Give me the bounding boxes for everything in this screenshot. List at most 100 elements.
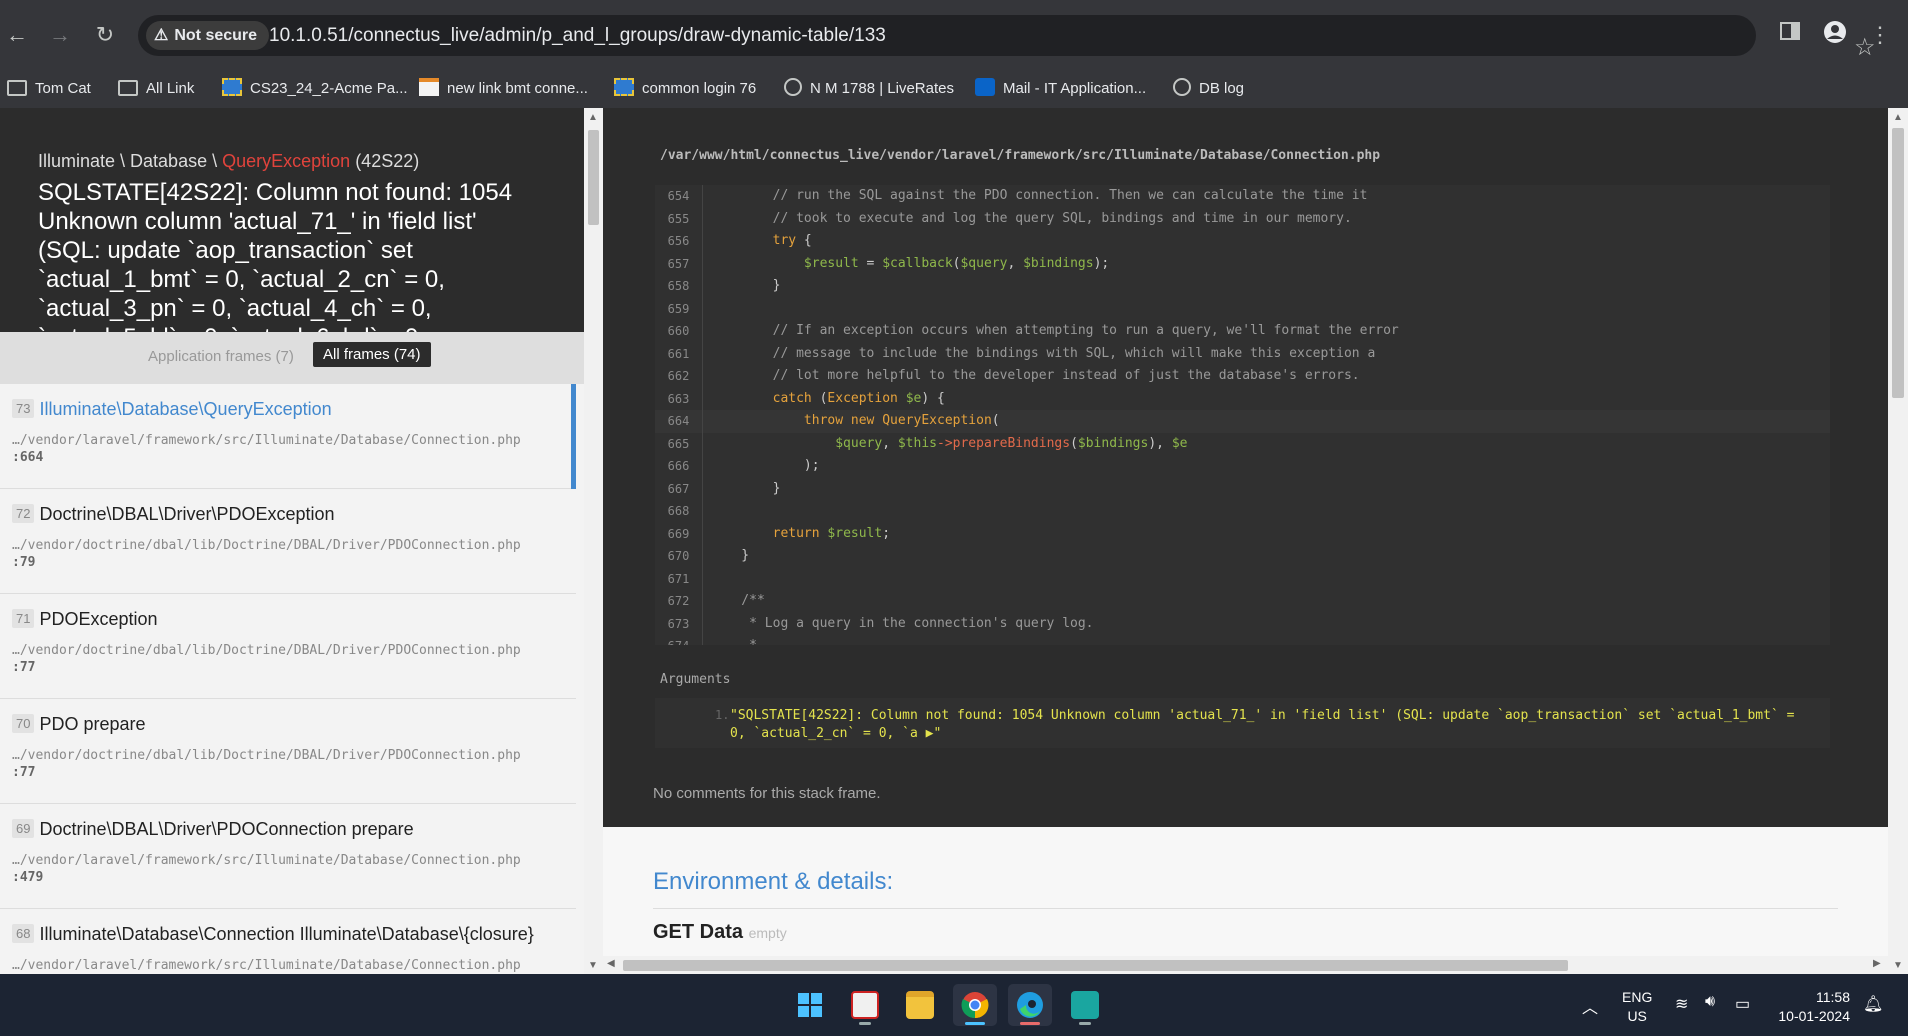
environment-title: Environment & details: <box>653 868 894 895</box>
frame-class: Doctrine\DBAL\Driver\PDOConnection prepa… <box>39 819 414 839</box>
line-number: 664 <box>655 410 703 433</box>
frame-filter-tabs: Application frames (7) All frames (74) <box>0 332 584 384</box>
frame-item[interactable]: 70 PDO prepare …/vendor/doctrine/dbal/lib… <box>0 699 576 804</box>
line-text: } <box>710 278 781 293</box>
code-line: 657 $result = $callback($query, $binding… <box>655 252 1830 275</box>
taskbar-edge[interactable] <box>1008 984 1052 1026</box>
bookmark-all-link[interactable]: All Link <box>118 70 194 108</box>
code-line: 669 return $result; <box>655 522 1830 545</box>
scroll-down-icon[interactable]: ▼ <box>588 960 598 971</box>
horizontal-scrollbar[interactable]: ◀ ▶ <box>603 956 1888 974</box>
tab-application-frames[interactable]: Application frames (7) <box>148 348 294 365</box>
back-icon[interactable]: ← <box>2 20 32 50</box>
bookmark-new-link[interactable]: new link bmt conne... <box>419 70 588 108</box>
frame-line: :664 <box>12 450 44 465</box>
frame-class: Doctrine\DBAL\Driver\PDOException <box>39 504 335 524</box>
line-text: catch (Exception $e) { <box>772 390 945 406</box>
bookmark-liverates[interactable]: N M 1788 | LiveRates <box>784 70 954 108</box>
frames-scrollbar[interactable]: ▲ ▼ <box>584 108 603 974</box>
frame-class: Illuminate\Database\Connection Illuminat… <box>39 924 534 944</box>
bookmark-common-login[interactable]: common login 76 <box>614 70 756 108</box>
tab-all-frames[interactable]: All frames (74) <box>313 342 431 367</box>
code-line: 662 // lot more helpful to the developer… <box>655 365 1830 388</box>
running-indicator <box>1020 1022 1040 1025</box>
start-button[interactable] <box>788 984 832 1026</box>
scroll-left-icon[interactable]: ◀ <box>607 958 615 969</box>
file-path[interactable]: /var/www/html/connectus_live/vendor/lara… <box>660 148 1380 163</box>
language-indicator[interactable]: ENG US <box>1622 988 1652 1026</box>
menu-dots-icon[interactable]: ⋮ <box>1865 20 1895 50</box>
line-text: // took to execute and log the query SQL… <box>710 210 1352 226</box>
vnc-icon <box>851 991 879 1019</box>
code-line: 671 <box>655 567 1830 590</box>
code-line: 658 } <box>655 275 1830 298</box>
system-clock[interactable]: 11:58 10-01-2024 <box>1778 988 1850 1026</box>
bookmarks-bar: Tom Cat All Link CS23_24_2-Acme Pa... ne… <box>0 70 1908 108</box>
folder-icon <box>906 991 934 1019</box>
frame-item[interactable]: 73 Illuminate\Database\QueryException …/v… <box>0 384 576 489</box>
bookmark-mail[interactable]: Mail - IT Application... <box>975 70 1146 108</box>
scroll-up-icon[interactable]: ▲ <box>588 112 598 123</box>
line-text: * <box>710 635 757 645</box>
bookmark-cs23[interactable]: CS23_24_2-Acme Pa... <box>222 70 408 108</box>
no-comments-text: No comments for this stack frame. <box>653 785 881 802</box>
edge-icon <box>1017 992 1043 1018</box>
line-number: 659 <box>655 297 703 320</box>
wifi-icon[interactable]: ≋ <box>1675 994 1688 1014</box>
profile-icon[interactable] <box>1820 20 1850 50</box>
frame-item[interactable]: 71 PDOException …/vendor/doctrine/dbal/li… <box>0 594 576 699</box>
code-line: 674 * <box>655 635 1830 645</box>
security-chip[interactable]: ⚠ Not secure <box>146 21 270 50</box>
taskbar-vnc[interactable] <box>843 984 887 1026</box>
scroll-up-icon[interactable]: ▲ <box>1893 112 1903 123</box>
code-line: 660 // If an exception occurs when attem… <box>655 320 1830 343</box>
forward-icon[interactable]: → <box>45 20 75 50</box>
exception-header: Illuminate \ Database \ QueryException (… <box>0 108 584 332</box>
url-text[interactable]: 10.1.0.51/connectus_live/admin/p_and_l_g… <box>269 25 886 47</box>
code-line: 663 catch (Exception $e) { <box>655 387 1830 410</box>
side-panel-icon[interactable] <box>1775 20 1805 50</box>
scroll-down-icon[interactable]: ▼ <box>1893 960 1903 971</box>
volume-icon[interactable]: 🔊︎ <box>1705 993 1715 1011</box>
app-icon <box>1071 991 1099 1019</box>
site-favicon <box>614 78 634 96</box>
scroll-thumb[interactable] <box>1892 128 1904 398</box>
battery-icon[interactable]: ▭ <box>1735 994 1750 1014</box>
frame-line: :77 <box>12 660 36 675</box>
scroll-thumb[interactable] <box>588 130 599 225</box>
folder-icon <box>118 80 138 96</box>
scroll-right-icon[interactable]: ▶ <box>1873 958 1881 969</box>
tray-chevron-icon[interactable]: ︿ <box>1582 994 1598 1018</box>
line-text: ); <box>710 458 820 473</box>
frame-line: :79 <box>12 555 36 570</box>
argument-index: 1. <box>715 708 730 722</box>
line-text: // run the SQL against the PDO connectio… <box>710 188 1368 203</box>
taskbar-chrome[interactable] <box>953 984 997 1026</box>
frame-item[interactable]: 72 Doctrine\DBAL\Driver\PDOException …/ve… <box>0 489 576 594</box>
argument-value[interactable]: "SQLSTATE[42S22]: Column not found: 1054… <box>730 707 1810 743</box>
line-number: 663 <box>655 387 703 410</box>
browser-toolbar: ← → ↻ ⚠ Not secure 10.1.0.51/connectus_li… <box>0 0 1908 70</box>
frame-item[interactable]: 68 Illuminate\Database\Connection Illumin… <box>0 909 576 974</box>
frame-index: 69 <box>12 819 35 838</box>
line-text: // lot more helpful to the developer ins… <box>710 368 1360 383</box>
frame-list: 73 Illuminate\Database\QueryException …/v… <box>0 384 576 974</box>
frame-item[interactable]: 69 Doctrine\DBAL\Driver\PDOConnection pre… <box>0 804 576 909</box>
page-scrollbar[interactable]: ▲ ▼ <box>1888 108 1908 974</box>
warning-icon: ⚠ <box>154 27 169 44</box>
taskbar-app[interactable] <box>1063 984 1107 1026</box>
notification-bell-icon[interactable]: 🔔︎ <box>1863 994 1883 1014</box>
line-number: 670 <box>655 545 703 568</box>
taskbar-file-explorer[interactable] <box>898 984 942 1026</box>
address-bar[interactable]: ⚠ Not secure 10.1.0.51/connectus_live/adm… <box>138 15 1876 61</box>
line-number: 656 <box>655 230 703 253</box>
bookmark-db-log[interactable]: DB log <box>1173 70 1244 108</box>
code-line: 670 } <box>655 545 1830 568</box>
code-line: 673 * Log a query in the connection's qu… <box>655 612 1830 635</box>
bookmark-tom-cat[interactable]: Tom Cat <box>7 70 91 108</box>
scroll-thumb[interactable] <box>623 960 1568 971</box>
get-data-empty-label: empty <box>748 925 787 941</box>
line-number: 667 <box>655 477 703 500</box>
reload-icon[interactable]: ↻ <box>90 20 120 50</box>
frame-file: …/vendor/doctrine/dbal/lib/Doctrine/DBAL… <box>12 748 521 763</box>
